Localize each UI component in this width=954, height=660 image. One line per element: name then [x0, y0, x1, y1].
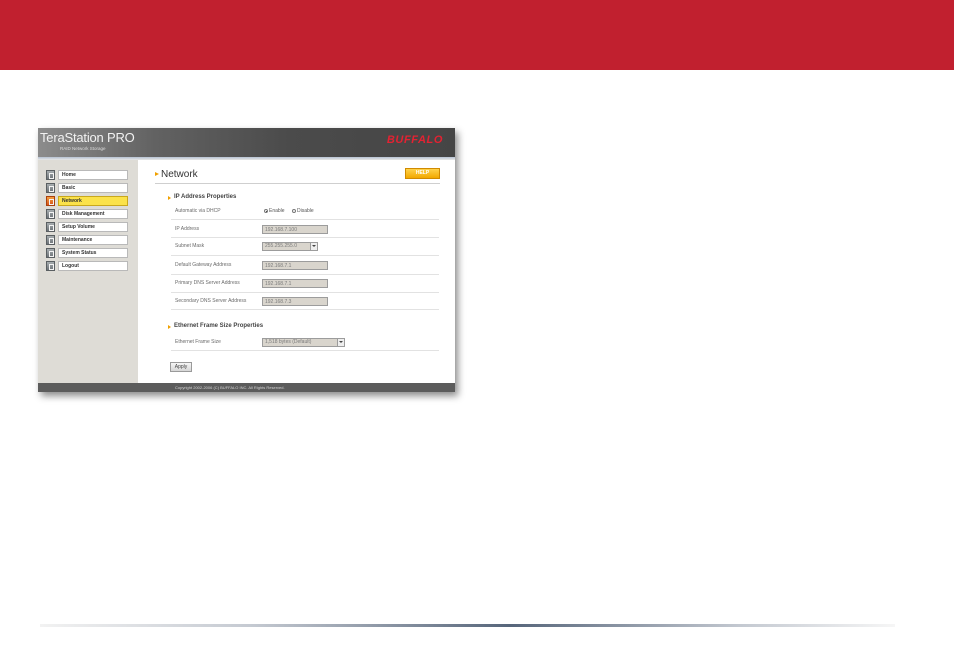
primary-dns-label: Primary DNS Server Address [175, 280, 240, 286]
sidebar-item-label: Maintenance [58, 235, 128, 245]
bottom-divider [40, 624, 895, 627]
app-footer: Copyright 2002-2006 (C) BUFFALO INC. All… [38, 383, 455, 392]
chevron-down-icon [310, 243, 317, 250]
row-divider [171, 237, 439, 238]
volume-icon [46, 222, 55, 232]
row-divider [171, 219, 439, 220]
gateway-field[interactable] [262, 261, 328, 270]
sidebar-item-setup-volume[interactable]: Setup Volume [46, 222, 128, 232]
copyright-text: Copyright 2002-2006 (C) BUFFALO INC. All… [175, 385, 285, 390]
dhcp-enable-label: Enable [269, 208, 285, 214]
page-title: Network [161, 169, 198, 180]
frame-section-heading: Ethernet Frame Size Properties [174, 323, 264, 329]
home-icon [46, 170, 55, 180]
ip-section-heading: IP Address Properties [174, 194, 237, 200]
frame-size-label: Ethernet Frame Size [175, 339, 221, 345]
app-header: TeraStation PRO RAID Network Storage BUF… [38, 128, 455, 157]
sidebar-item-network[interactable]: Network [46, 196, 128, 206]
ip-address-field[interactable] [262, 225, 328, 234]
chevron-down-icon [337, 339, 344, 346]
row-divider [171, 309, 439, 310]
title-bullet-icon [155, 172, 159, 176]
dhcp-label: Automatic via DHCP [175, 208, 221, 214]
network-icon [46, 196, 55, 206]
help-button[interactable]: HELP [405, 168, 440, 179]
sidebar: Home Basic Network Disk Management Setup… [38, 160, 138, 383]
frame-size-value: 1,518 bytes (Default) [265, 339, 312, 345]
sidebar-item-label: Network [58, 196, 128, 206]
top-banner [0, 0, 954, 70]
buffalo-logo: BUFFALO [386, 134, 443, 146]
sidebar-item-label: Setup Volume [58, 222, 128, 232]
disk-icon [46, 209, 55, 219]
subnet-mask-value: 255.255.255.0 [265, 243, 297, 249]
frame-size-select[interactable]: 1,518 bytes (Default) [262, 338, 345, 347]
section-bullet-icon [168, 196, 171, 200]
logout-icon [46, 261, 55, 271]
maintenance-icon [46, 235, 55, 245]
sidebar-item-label: Basic [58, 183, 128, 193]
status-icon [46, 248, 55, 258]
subnet-mask-label: Subnet Mask [175, 243, 205, 249]
subnet-mask-select[interactable]: 255.255.255.0 [262, 242, 318, 251]
sidebar-item-label: Home [58, 170, 128, 180]
brand-tagline: RAID Network Storage [60, 146, 106, 151]
sidebar-item-home[interactable]: Home [46, 170, 128, 180]
title-divider [155, 183, 440, 184]
row-divider [171, 292, 439, 293]
sidebar-item-label: Logout [58, 261, 128, 271]
sidebar-item-label: Disk Management [58, 209, 128, 219]
row-divider [171, 255, 439, 256]
terastation-screenshot: TeraStation PRO RAID Network Storage BUF… [38, 128, 455, 392]
dhcp-disable-radio[interactable] [292, 209, 296, 213]
sidebar-item-logout[interactable]: Logout [46, 261, 128, 271]
row-divider [171, 274, 439, 275]
sidebar-item-label: System Status [58, 248, 128, 258]
dhcp-disable-label: Disable [297, 208, 314, 214]
ip-address-label: IP Address [175, 226, 200, 232]
sidebar-item-basic[interactable]: Basic [46, 183, 128, 193]
sidebar-item-maintenance[interactable]: Maintenance [46, 235, 128, 245]
section-bullet-icon [168, 325, 171, 329]
dhcp-enable-radio[interactable] [264, 209, 268, 213]
basic-icon [46, 183, 55, 193]
secondary-dns-label: Secondary DNS Server Address [175, 298, 247, 304]
sidebar-item-disk-management[interactable]: Disk Management [46, 209, 128, 219]
apply-button[interactable]: Apply [170, 362, 192, 372]
sidebar-item-system-status[interactable]: System Status [46, 248, 128, 258]
row-divider [171, 350, 439, 351]
gateway-label: Default Gateway Address [175, 262, 232, 268]
brand-name: TeraStation PRO [40, 130, 135, 145]
secondary-dns-field[interactable] [262, 297, 328, 306]
primary-dns-field[interactable] [262, 279, 328, 288]
